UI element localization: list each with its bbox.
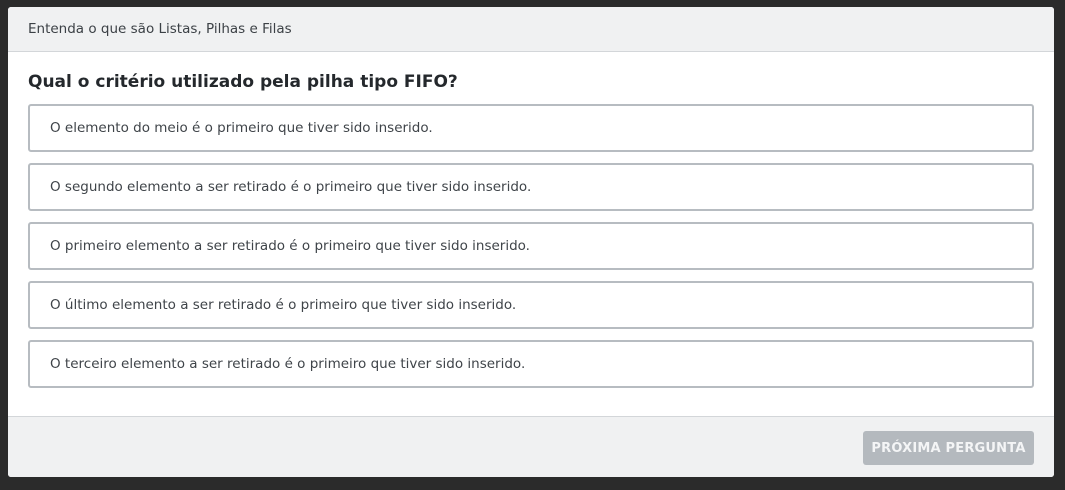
card-footer: PRÓXIMA PERGUNTA [8,417,1054,477]
answer-option-5[interactable]: O terceiro elemento a ser retirado é o p… [28,340,1034,388]
answer-option-2[interactable]: O segundo elemento a ser retirado é o pr… [28,163,1034,211]
answer-option-1[interactable]: O elemento do meio é o primeiro que tive… [28,104,1034,152]
question-area: Qual o critério utilizado pela pilha tip… [8,52,1054,417]
course-title: Entenda o que são Listas, Pilhas e Filas [28,21,292,37]
card-header: Entenda o que são Listas, Pilhas e Filas [8,7,1054,52]
answer-option-3[interactable]: O primeiro elemento a ser retirado é o p… [28,222,1034,270]
question-text: Qual o critério utilizado pela pilha tip… [28,72,458,92]
answer-option-4[interactable]: O último elemento a ser retirado é o pri… [28,281,1034,329]
quiz-card: Entenda o que são Listas, Pilhas e Filas… [8,7,1054,477]
next-question-button[interactable]: PRÓXIMA PERGUNTA [863,431,1034,465]
answer-options: O elemento do meio é o primeiro que tive… [28,104,1034,388]
